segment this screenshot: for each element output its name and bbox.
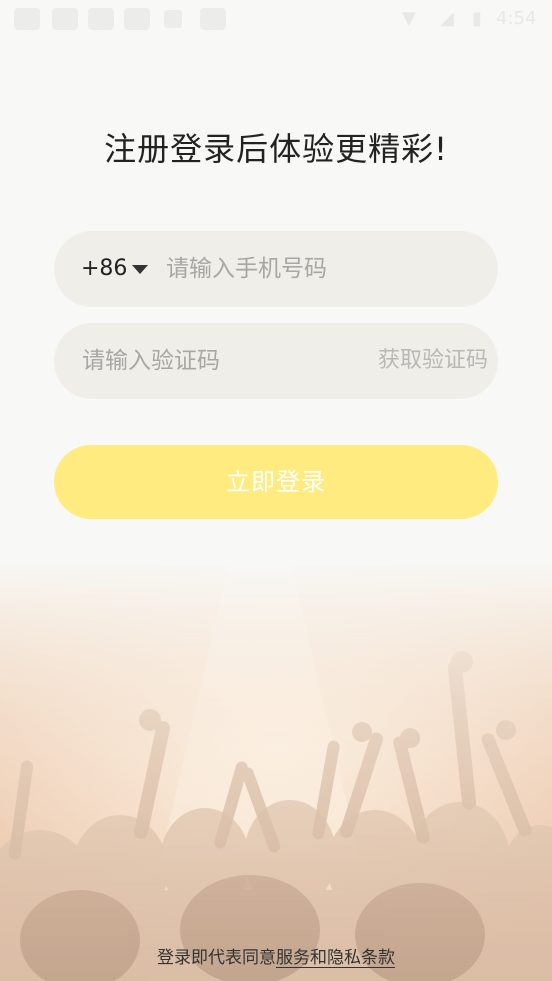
notification-icon bbox=[52, 8, 78, 30]
login-button[interactable]: 立即登录 bbox=[54, 445, 498, 519]
terms-prefix: 登录即代表同意 bbox=[157, 948, 276, 968]
phone-field: +86 bbox=[54, 231, 498, 307]
get-code-button[interactable]: 获取验证码 bbox=[378, 323, 488, 399]
terms-link[interactable]: 服务和隐私条款 bbox=[276, 948, 395, 968]
status-bar: ▼ ◢ ▮ 4:54 bbox=[0, 0, 552, 40]
concert-background-image bbox=[0, 560, 552, 981]
code-field: 获取验证码 bbox=[54, 323, 498, 399]
battery-icon: ▮ bbox=[472, 8, 482, 29]
clock-text: 4:54 bbox=[496, 8, 537, 29]
verification-code-input[interactable] bbox=[82, 323, 352, 399]
bag-icon bbox=[200, 8, 226, 30]
phone-input[interactable] bbox=[166, 231, 466, 307]
notification-icon bbox=[164, 10, 182, 28]
notification-icon bbox=[14, 8, 40, 30]
signal-icon: ◢ bbox=[440, 8, 454, 29]
country-code-selector[interactable]: +86 bbox=[81, 231, 127, 307]
caret-down-icon[interactable] bbox=[132, 265, 148, 274]
page-title: 注册登录后体验更精彩! bbox=[104, 130, 448, 168]
terms-notice: 登录即代表同意服务和隐私条款 bbox=[0, 943, 552, 968]
wifi-icon: ▼ bbox=[402, 8, 416, 29]
notification-icon bbox=[88, 8, 114, 30]
notification-icon bbox=[124, 8, 150, 30]
